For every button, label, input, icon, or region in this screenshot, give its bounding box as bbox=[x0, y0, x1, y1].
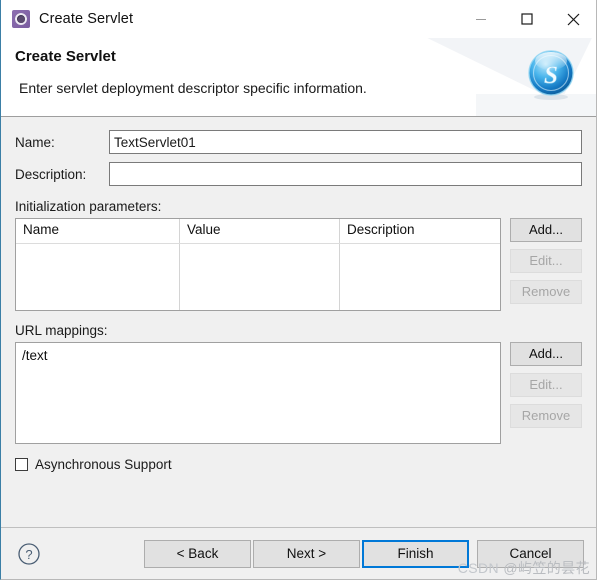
init-params-table-body[interactable] bbox=[16, 244, 500, 310]
page-description: Enter servlet deployment descriptor spec… bbox=[19, 80, 367, 96]
window-controls bbox=[458, 0, 596, 38]
table-column-name bbox=[16, 244, 180, 310]
init-params-label: Initialization parameters: bbox=[15, 199, 162, 214]
dialog-footer: ? < Back Next > Finish Cancel CSDN @屿笠的昙… bbox=[1, 527, 596, 579]
init-params-table-header: Name Value Description bbox=[16, 219, 500, 244]
url-mappings-buttons: Add... Edit... Remove bbox=[510, 342, 582, 428]
blue-servlet-s-badge-icon: S bbox=[524, 48, 578, 102]
url-mappings-remove-button: Remove bbox=[510, 404, 582, 428]
init-params-edit-button: Edit... bbox=[510, 249, 582, 273]
column-header-value[interactable]: Value bbox=[180, 219, 340, 243]
table-column-description bbox=[340, 244, 500, 310]
svg-text:?: ? bbox=[25, 547, 32, 562]
column-header-description[interactable]: Description bbox=[340, 219, 500, 243]
next-button[interactable]: Next > bbox=[253, 539, 360, 568]
url-mappings-label: URL mappings: bbox=[15, 323, 108, 338]
list-item[interactable]: /text bbox=[16, 346, 500, 366]
footer-buttons: < Back Next > Finish Cancel bbox=[144, 539, 584, 568]
init-params-remove-button: Remove bbox=[510, 280, 582, 304]
init-params-table[interactable]: Name Value Description bbox=[15, 218, 501, 311]
minimize-icon[interactable] bbox=[458, 0, 504, 38]
dialog-content: Name: Description: Initialization parame… bbox=[1, 117, 596, 527]
async-support-label: Asynchronous Support bbox=[35, 457, 172, 472]
cancel-button[interactable]: Cancel bbox=[477, 539, 584, 568]
svg-text:S: S bbox=[544, 62, 558, 89]
async-support-checkbox[interactable] bbox=[15, 458, 28, 471]
servlet-gear-icon bbox=[12, 10, 30, 28]
url-mappings-add-button[interactable]: Add... bbox=[510, 342, 582, 366]
close-icon[interactable] bbox=[550, 0, 596, 38]
create-servlet-dialog: Create Servlet Create Servlet Enter serv… bbox=[0, 0, 597, 580]
back-button[interactable]: < Back bbox=[144, 539, 251, 568]
description-input[interactable] bbox=[109, 162, 582, 186]
maximize-icon[interactable] bbox=[504, 0, 550, 38]
finish-button[interactable]: Finish bbox=[362, 539, 469, 568]
window-title: Create Servlet bbox=[39, 11, 134, 27]
init-params-add-button[interactable]: Add... bbox=[510, 218, 582, 242]
description-field-row: Description: bbox=[15, 161, 582, 187]
page-title: Create Servlet bbox=[15, 48, 116, 65]
help-question-icon[interactable]: ? bbox=[17, 542, 41, 566]
url-mappings-section: /text Add... Edit... Remove bbox=[15, 342, 582, 444]
name-input[interactable] bbox=[109, 130, 582, 154]
url-mappings-list[interactable]: /text bbox=[15, 342, 501, 444]
name-field-row: Name: bbox=[15, 129, 582, 155]
title-bar: Create Servlet bbox=[1, 0, 596, 38]
init-params-section: Name Value Description Add... Edit... Re… bbox=[15, 218, 582, 311]
description-label: Description: bbox=[15, 166, 87, 182]
url-mappings-edit-button: Edit... bbox=[510, 373, 582, 397]
init-params-buttons: Add... Edit... Remove bbox=[510, 218, 582, 304]
table-column-value bbox=[180, 244, 340, 310]
async-support-row[interactable]: Asynchronous Support bbox=[15, 457, 582, 472]
column-header-name[interactable]: Name bbox=[16, 219, 180, 243]
name-label: Name: bbox=[15, 134, 55, 150]
dialog-header: Create Servlet Enter servlet deployment … bbox=[1, 38, 596, 117]
